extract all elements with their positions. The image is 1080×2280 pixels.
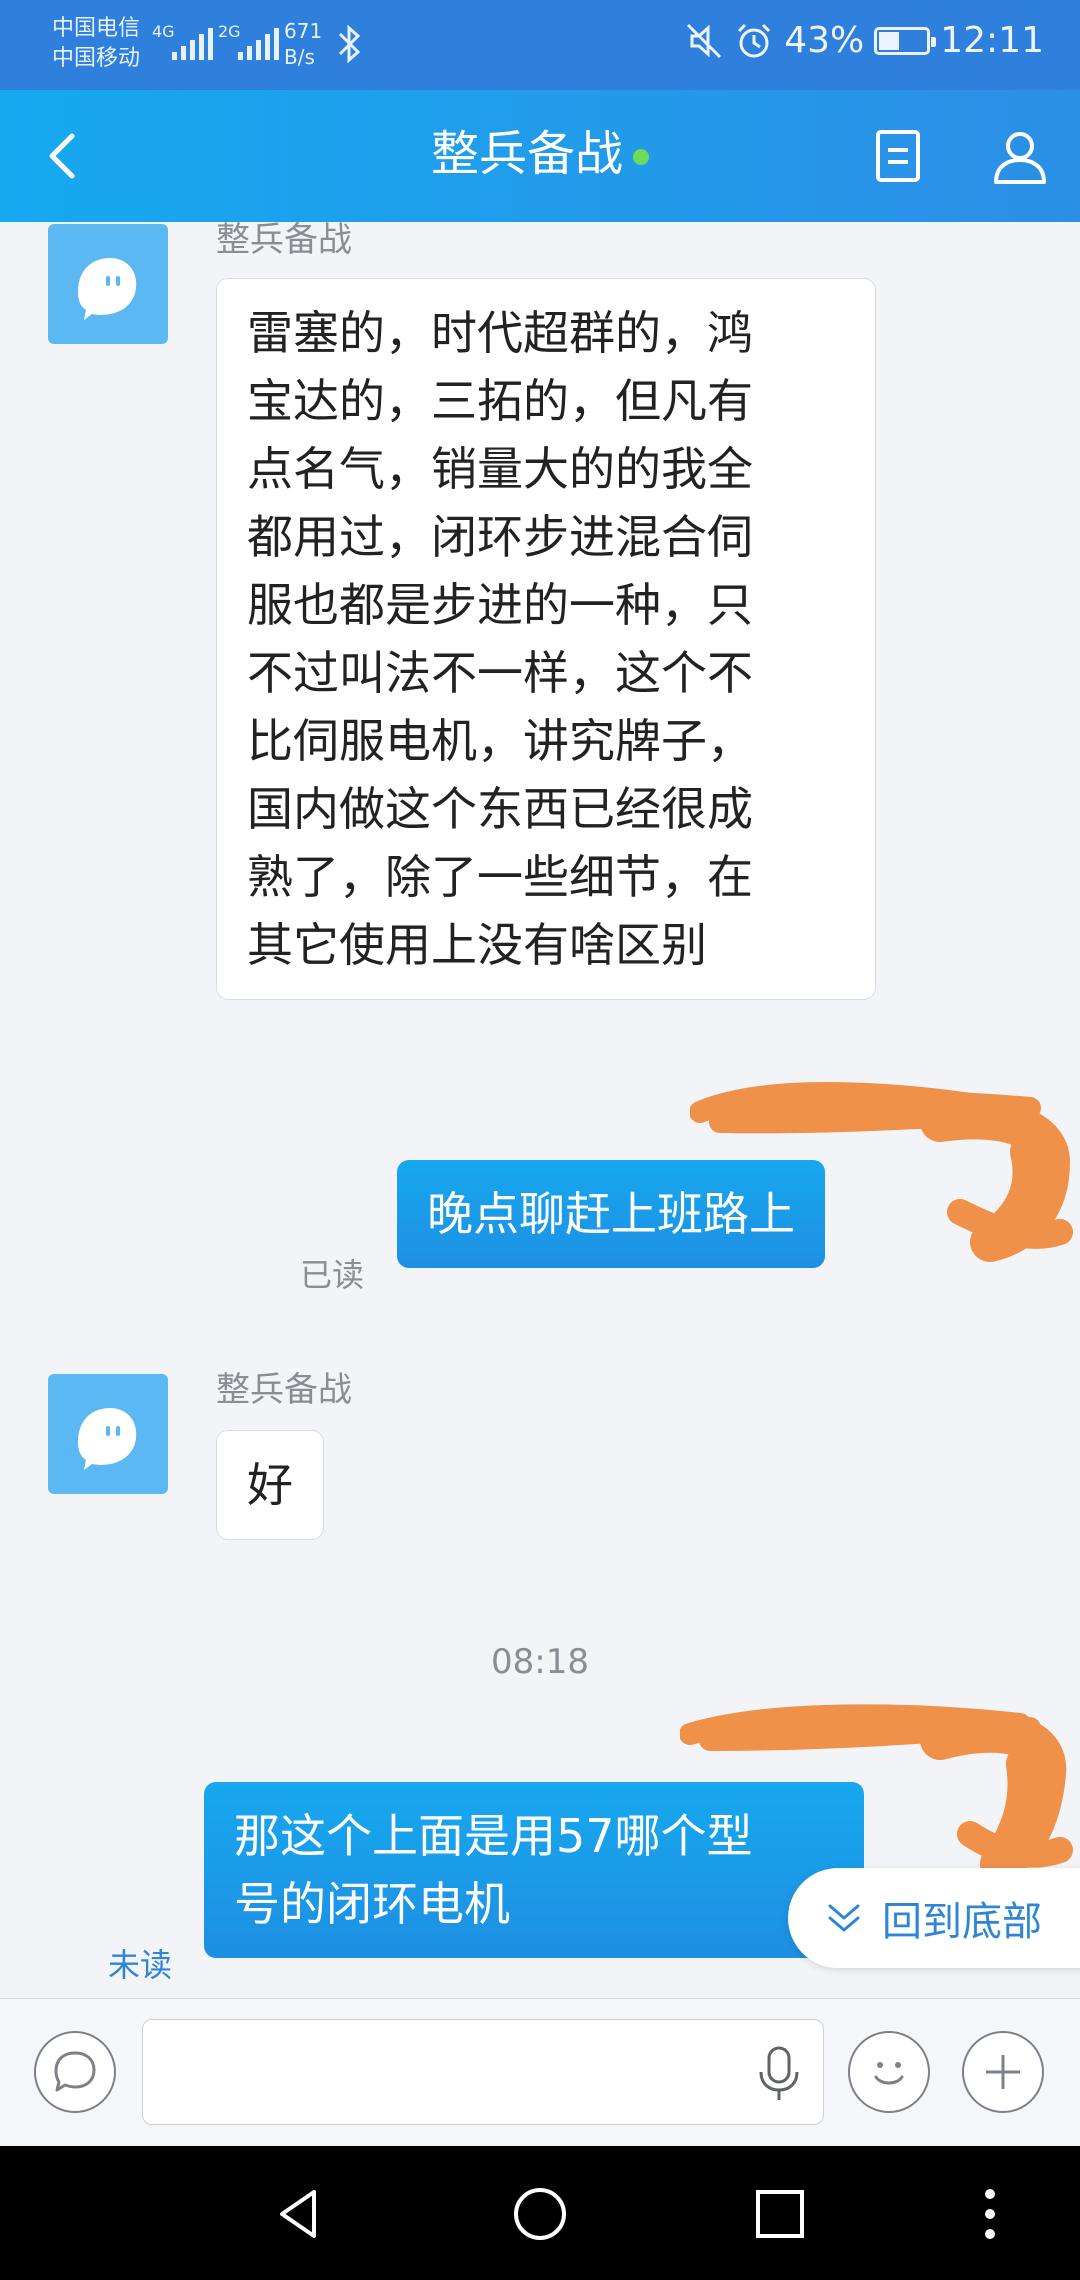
status-bar: 中国电信 中国移动 4G 2G 671 B/s 43% 12:11 (0, 0, 1080, 90)
message-line: 点名气，销量大的的我全 (247, 442, 753, 496)
sender-name: 整兵备战 (216, 1370, 352, 1410)
document-icon[interactable] (868, 126, 928, 186)
message-line: 雷塞的，时代超群的，鸿 (247, 306, 753, 360)
back-triangle-icon[interactable] (270, 2184, 330, 2244)
mic-icon[interactable] (757, 2046, 801, 2102)
message-line: 宝达的，三拓的，但凡有 (247, 374, 753, 428)
chat-bubble-glyph (54, 2051, 96, 2092)
sender-name: 整兵备战 (216, 222, 352, 260)
message-line: 其它使用上没有啥区别 (247, 918, 707, 972)
clock: 12:11 (940, 20, 1044, 61)
alarm-icon (738, 23, 771, 57)
message-line: 那这个上面是用57哪个型 (234, 1809, 753, 1863)
network-speed-unit: B/s (284, 45, 315, 69)
message-line: 熟了，除了一些细节，在 (247, 850, 753, 904)
message-line: 国内做这个东西已经很成 (247, 782, 753, 836)
message-line: 不过叫法不一样，这个不 (247, 646, 753, 700)
plus-glyph (986, 2055, 1020, 2089)
chat-header: 整兵备战 (0, 90, 1080, 222)
message-line: 比伺服电机，讲究牌子， (247, 714, 753, 768)
navigation-bar (0, 2146, 1080, 2280)
home-circle-icon[interactable] (510, 2184, 570, 2244)
message-input[interactable] (142, 2019, 824, 2125)
emoji-glyph (874, 2062, 904, 2085)
message-line: 服也都是步进的一种，只 (247, 578, 753, 632)
recents-square-icon[interactable] (750, 2184, 810, 2244)
emoji-icon[interactable] (848, 2031, 930, 2113)
input-bar (0, 1998, 1080, 2146)
message-bubble-outgoing[interactable]: 那这个上面是用57哪个型 号的闭环电机 (204, 1782, 864, 1958)
penguin-icon (78, 1408, 137, 1470)
message-text: 好 (247, 1458, 293, 1512)
chat-bubble-icon[interactable] (34, 2031, 116, 2113)
network-speed: 671 B/s (284, 18, 322, 70)
message-bubble-incoming[interactable]: 雷塞的，时代超群的，鸿 宝达的，三拓的，但凡有 点名气，销量大的的我全 都用过，… (216, 278, 876, 1000)
message-bubble-incoming[interactable]: 好 (216, 1430, 324, 1540)
network-speed-value: 671 (284, 19, 323, 43)
profile-icon[interactable] (990, 126, 1050, 186)
mute-icon (687, 23, 722, 58)
battery-percent: 43% (784, 20, 865, 61)
double-chevron-down-icon (828, 1904, 860, 1932)
avatar[interactable] (48, 224, 168, 344)
message-text: 晚点聊赶上班路上 (427, 1187, 795, 1241)
plus-icon[interactable] (962, 2031, 1044, 2113)
scroll-to-bottom-label: 回到底部 (882, 1899, 1042, 1945)
chat-area[interactable]: 整兵备战 雷塞的，时代超群的，鸿 宝达的，三拓的，但凡有 点名气，销量大的的我全… (0, 222, 1080, 1998)
chat-title-text: 整兵备战 (430, 126, 623, 182)
menu-dots-icon[interactable] (960, 2184, 1020, 2244)
penguin-icon (78, 258, 137, 320)
signal-icon (172, 28, 213, 60)
carrier-info: 中国电信 中国移动 (52, 14, 140, 74)
online-indicator (633, 149, 649, 165)
battery-icon (874, 26, 937, 55)
message-bubble-outgoing[interactable]: 晚点聊赶上班路上 (397, 1160, 825, 1268)
carrier-2: 中国移动 (52, 46, 141, 71)
bluetooth-icon (338, 24, 361, 64)
message-line: 都用过，闭环步进混合伺 (247, 510, 753, 564)
avatar[interactable] (48, 1374, 168, 1494)
status-right: 43% 12:11 (684, 20, 1044, 61)
message-timestamp: 08:18 (491, 1642, 589, 1682)
unread-status: 未读 (108, 1946, 173, 1984)
signal-icon (238, 28, 279, 60)
read-status: 已读 (300, 1256, 365, 1294)
carrier-1: 中国电信 (52, 16, 141, 41)
message-line: 号的闭环电机 (234, 1877, 510, 1931)
scroll-to-bottom-button[interactable]: 回到底部 (788, 1868, 1080, 1968)
